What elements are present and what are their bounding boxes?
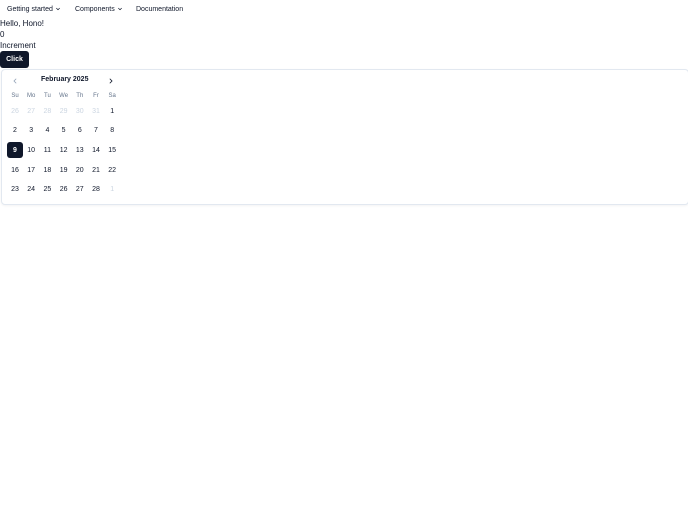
calendar: February 2025 Su Mo Tu We Th Fr Sa 26 27 28 29 30 3…	[1, 69, 688, 205]
day-cell[interactable]: 28	[39, 103, 55, 119]
day-cell[interactable]: 18	[39, 162, 55, 178]
day-cell[interactable]: 26	[56, 182, 72, 198]
chevron-down-icon	[117, 7, 122, 11]
day-cell[interactable]: 14	[88, 142, 104, 158]
day-cell[interactable]: 10	[23, 142, 39, 158]
day-cell[interactable]: 25	[39, 182, 55, 198]
nav-getting-started[interactable]: Getting started	[7, 3, 61, 15]
day-cell[interactable]: 6	[72, 123, 88, 139]
weekday-header: Th	[76, 93, 84, 99]
greeting-text: Hello, Hono!	[0, 19, 45, 28]
weekday-header: Tu	[44, 93, 51, 99]
day-cell[interactable]: 27	[72, 182, 88, 198]
day-cell[interactable]: 26	[7, 103, 23, 119]
weekday-header: We	[59, 93, 69, 99]
day-cell[interactable]: 17	[23, 162, 39, 178]
day-cell[interactable]: 13	[72, 142, 88, 158]
day-cell[interactable]: 8	[104, 123, 120, 139]
day-cell[interactable]: 12	[56, 142, 72, 158]
nav-components-label: Components	[75, 5, 115, 13]
day-cell[interactable]: 5	[56, 123, 72, 139]
next-month-button[interactable]	[105, 75, 117, 87]
day-cell[interactable]: 1	[104, 182, 120, 198]
nav-documentation[interactable]: Documentation	[136, 3, 183, 15]
click-button[interactable]: Click	[0, 51, 29, 68]
day-cell[interactable]: 22	[104, 162, 120, 178]
day-cell[interactable]: 31	[88, 103, 104, 119]
day-cell[interactable]: 21	[88, 162, 104, 178]
increment-label: Increment	[0, 41, 36, 50]
day-cell[interactable]: 3	[23, 123, 39, 139]
chevron-right-icon	[109, 78, 113, 84]
day-cell[interactable]: 23	[7, 182, 23, 198]
day-cell[interactable]: 7	[88, 123, 104, 139]
day-cell[interactable]: 1	[104, 103, 120, 119]
nav-documentation-label: Documentation	[136, 5, 184, 13]
day-cell[interactable]: 4	[39, 123, 55, 139]
weekday-header: Fr	[93, 93, 99, 99]
day-cell[interactable]: 30	[72, 103, 88, 119]
previous-month-button[interactable]	[9, 75, 21, 87]
chevron-down-icon	[56, 7, 60, 11]
day-cell[interactable]: 2	[7, 123, 23, 139]
selected-day-cell[interactable]: 9	[7, 142, 23, 159]
weekday-header: Sa	[108, 93, 116, 99]
nav-getting-started-label: Getting started	[7, 5, 53, 13]
day-cell[interactable]: 27	[23, 103, 39, 119]
nav-components[interactable]: Components	[75, 3, 123, 15]
counter-value: 0	[0, 30, 5, 39]
weekday-header: Su	[11, 93, 19, 99]
day-cell[interactable]: 16	[7, 162, 23, 178]
day-cell[interactable]: 15	[104, 142, 120, 158]
day-cell[interactable]: 20	[72, 162, 88, 178]
weekday-header: Mo	[27, 93, 36, 99]
chevron-left-icon	[13, 78, 17, 84]
day-cell[interactable]: 19	[56, 162, 72, 178]
day-cell[interactable]: 11	[39, 142, 55, 158]
day-cell[interactable]: 29	[56, 103, 72, 119]
day-cell[interactable]: 24	[23, 182, 39, 198]
day-cell[interactable]: 28	[88, 182, 104, 198]
month-caption: February 2025	[41, 76, 89, 83]
